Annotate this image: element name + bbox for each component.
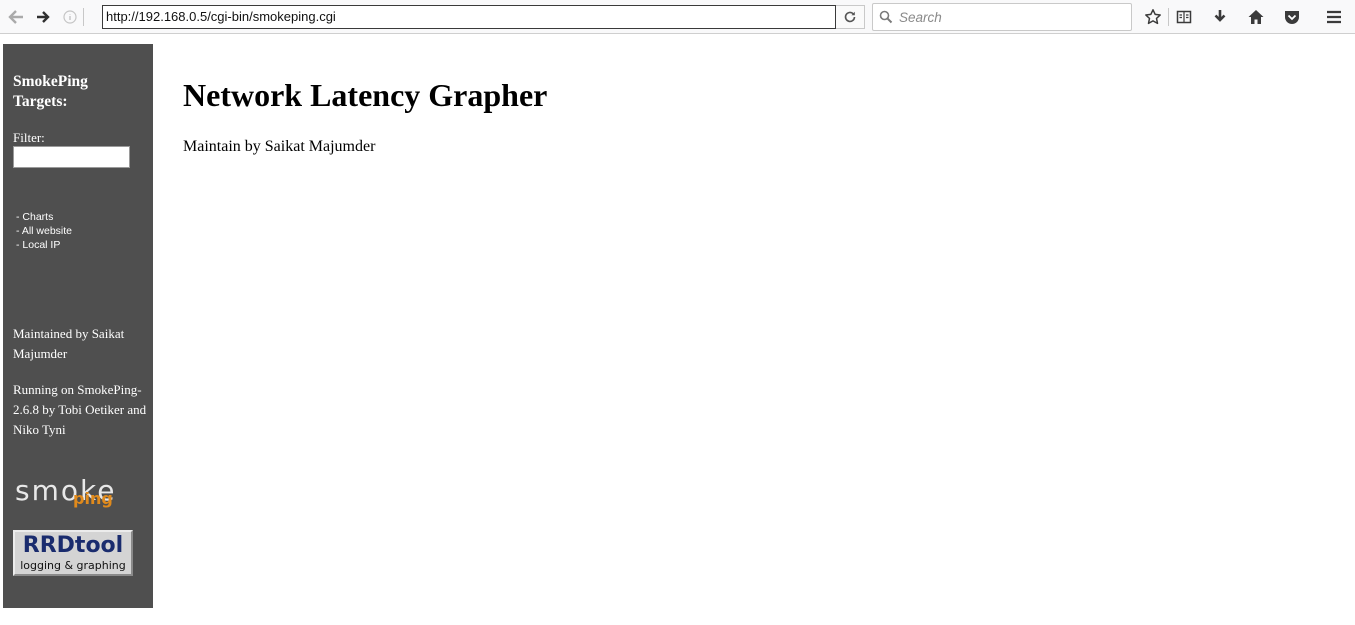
reload-icon[interactable] bbox=[836, 5, 865, 29]
filter-label: Filter: bbox=[13, 130, 45, 145]
toolbar-separator bbox=[83, 8, 84, 26]
page-title: Network Latency Grapher bbox=[183, 77, 548, 113]
filter-input[interactable] bbox=[13, 146, 130, 168]
target-menu: - Charts - All website - Local IP bbox=[16, 210, 72, 252]
browser-toolbar: http://192.168.0.5/cgi-bin/smokeping.cgi… bbox=[0, 0, 1355, 34]
search-icon bbox=[879, 10, 893, 29]
search-input[interactable]: Search bbox=[872, 3, 1132, 31]
page-subtitle: Maintain by Saikat Majumder bbox=[183, 138, 376, 155]
menu-item-all-website[interactable]: - All website bbox=[16, 224, 72, 238]
toolbar-separator bbox=[1168, 8, 1169, 26]
sidebar-title: SmokePing Targets: bbox=[13, 73, 88, 110]
home-icon[interactable] bbox=[1244, 5, 1268, 29]
rrdtool-logo[interactable]: RRDtool logging & graphing bbox=[13, 530, 133, 576]
main-content: Network Latency Grapher Maintain by Saik… bbox=[183, 76, 547, 157]
reader-view-icon[interactable] bbox=[1172, 5, 1196, 29]
maintainer-text: Maintained by Saikat Majumder bbox=[13, 326, 125, 361]
download-icon[interactable] bbox=[1208, 5, 1232, 29]
back-arrow-icon[interactable] bbox=[4, 5, 28, 29]
star-icon[interactable] bbox=[1141, 5, 1165, 29]
forward-arrow-icon[interactable] bbox=[31, 5, 55, 29]
pocket-icon[interactable] bbox=[1280, 5, 1304, 29]
url-bar[interactable]: http://192.168.0.5/cgi-bin/smokeping.cgi bbox=[102, 5, 836, 29]
rrdtool-logo-title: RRDtool bbox=[22, 533, 124, 558]
hamburger-menu-icon[interactable] bbox=[1322, 5, 1346, 29]
info-icon[interactable] bbox=[58, 5, 82, 29]
menu-item-charts[interactable]: - Charts bbox=[16, 210, 72, 224]
menu-item-local-ip[interactable]: - Local IP bbox=[16, 238, 72, 252]
smokeping-logo-ping: ping bbox=[73, 489, 113, 508]
smokeping-logo[interactable]: smoke ping bbox=[13, 474, 133, 514]
search-placeholder: Search bbox=[899, 10, 942, 25]
sidebar: SmokePing Targets: Filter: - Charts - Al… bbox=[3, 44, 153, 608]
rrdtool-logo-subtitle: logging & graphing bbox=[20, 559, 126, 572]
running-on-text[interactable]: Running on SmokePing-2.6.8 by Tobi Oetik… bbox=[13, 380, 148, 440]
